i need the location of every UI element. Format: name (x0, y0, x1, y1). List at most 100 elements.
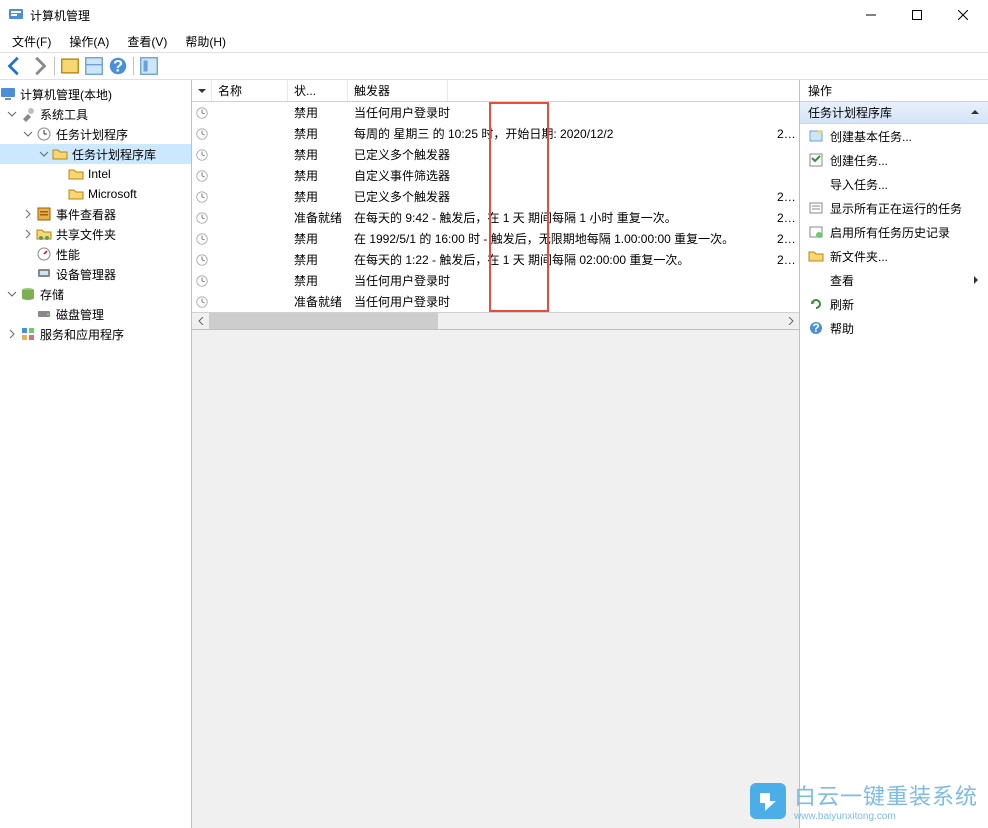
action-enable-history[interactable]: 启用所有任务历史记录 (800, 220, 988, 244)
collapse-icon[interactable] (4, 106, 20, 122)
tree-storage[interactable]: 存储 (0, 284, 191, 304)
action-new-folder[interactable]: 新文件夹... (800, 244, 988, 268)
action-create-task[interactable]: 创建任务... (800, 148, 988, 172)
tree-label: 服务和应用程序 (40, 326, 124, 343)
column-status[interactable]: 状... (288, 80, 348, 101)
app-icon (8, 7, 24, 23)
menu-file[interactable]: 文件(F) (4, 31, 59, 52)
menubar: 文件(F) 操作(A) 查看(V) 帮助(H) (0, 30, 988, 52)
tree-label: 性能 (56, 246, 80, 263)
tree-label: 设备管理器 (56, 266, 116, 283)
action-view[interactable]: 查看 (800, 268, 988, 292)
collapse-icon[interactable] (4, 286, 20, 302)
tree-label: 共享文件夹 (56, 226, 116, 243)
task-status: 准备就绪 (288, 293, 348, 310)
task-trigger: 已定义多个触发器 (348, 188, 771, 205)
task-row[interactable]: 禁用已定义多个触发器202 (192, 186, 799, 207)
tree-task-scheduler[interactable]: 任务计划程序 (0, 124, 191, 144)
task-status: 禁用 (288, 230, 348, 247)
expand-icon[interactable] (20, 226, 36, 242)
action-help[interactable]: ? 帮助 (800, 316, 988, 340)
toolbar-btn-1[interactable] (59, 55, 81, 77)
tree-microsoft[interactable]: Microsoft (0, 184, 191, 204)
task-row[interactable]: 禁用自定义事件筛选器 (192, 165, 799, 186)
back-button[interactable] (4, 55, 26, 77)
maximize-button[interactable] (894, 0, 940, 30)
action-refresh[interactable]: 刷新 (800, 292, 988, 316)
task-row[interactable]: 禁用当任何用户登录时 (192, 270, 799, 291)
refresh-icon (808, 296, 824, 312)
performance-icon (36, 246, 52, 262)
toolbar-btn-3[interactable] (138, 55, 160, 77)
navigation-tree[interactable]: 计算机管理(本地) 系统工具 任务计划程序 任务计划程序库 Intel Micr… (0, 80, 192, 828)
clock-icon (192, 253, 212, 267)
tree-label: Microsoft (88, 187, 137, 201)
clock-icon (192, 295, 212, 309)
scroll-thumb[interactable] (209, 313, 438, 329)
scroll-track[interactable] (209, 313, 782, 329)
watermark-brand: 白云一键重装系统 (794, 779, 978, 811)
toolbar-btn-2[interactable] (83, 55, 105, 77)
action-label: 创建任务... (830, 152, 888, 169)
section-label: 任务计划程序库 (808, 104, 892, 121)
tree-label: 存储 (40, 286, 64, 303)
task-row[interactable]: 禁用每周的 星期三 的 10:25 时，开始日期: 2020/12/2202 (192, 123, 799, 144)
collapse-icon[interactable] (20, 126, 36, 142)
column-name[interactable]: 名称 (212, 80, 288, 101)
horizontal-scrollbar[interactable] (192, 312, 799, 329)
clock-icon (192, 274, 212, 288)
collapse-icon[interactable] (36, 146, 52, 162)
action-show-running[interactable]: 显示所有正在运行的任务 (800, 196, 988, 220)
tree-task-library[interactable]: 任务计划程序库 (0, 144, 191, 164)
sort-indicator[interactable] (192, 80, 212, 101)
blank-icon (808, 272, 824, 288)
tree-root[interactable]: 计算机管理(本地) (0, 84, 191, 104)
task-date: 202 (771, 190, 799, 204)
help-button[interactable]: ? (107, 55, 129, 77)
action-create-basic[interactable]: 创建基本任务... (800, 124, 988, 148)
minimize-button[interactable] (848, 0, 894, 30)
clock-icon (192, 169, 212, 183)
services-icon (20, 326, 36, 342)
scroll-right-icon[interactable] (782, 313, 799, 329)
menu-action[interactable]: 操作(A) (61, 31, 117, 52)
column-trigger[interactable]: 触发器 (348, 80, 448, 101)
actions-pane: 操作 任务计划程序库 创建基本任务... 创建任务... 导入任务... 显示所… (800, 80, 988, 828)
task-row[interactable]: 准备就绪当任何用户登录时 (192, 291, 799, 312)
action-import[interactable]: 导入任务... (800, 172, 988, 196)
tree-performance[interactable]: 性能 (0, 244, 191, 264)
task-row[interactable]: 准备就绪在每天的 9:42 - 触发后，在 1 天 期间每隔 1 小时 重复一次… (192, 207, 799, 228)
task-date: 202 (771, 253, 799, 267)
task-trigger: 当任何用户登录时 (348, 293, 771, 310)
tree-label: Intel (88, 167, 111, 181)
scroll-left-icon[interactable] (192, 313, 209, 329)
expand-icon[interactable] (4, 326, 20, 342)
task-row[interactable]: 禁用已定义多个触发器 (192, 144, 799, 165)
task-trigger: 自定义事件筛选器 (348, 167, 771, 184)
menu-help[interactable]: 帮助(H) (177, 31, 234, 52)
tree-label: 计算机管理(本地) (20, 86, 112, 103)
task-trigger: 每周的 星期三 的 10:25 时，开始日期: 2020/12/2 (348, 125, 771, 142)
close-button[interactable] (940, 0, 986, 30)
tree-intel[interactable]: Intel (0, 164, 191, 184)
tree-label: 任务计划程序 (56, 126, 128, 143)
tree-disk-mgmt[interactable]: 磁盘管理 (0, 304, 191, 324)
tree-event-viewer[interactable]: 事件查看器 (0, 204, 191, 224)
tree-system-tools[interactable]: 系统工具 (0, 104, 191, 124)
tree-shared-folders[interactable]: 共享文件夹 (0, 224, 191, 244)
menu-view[interactable]: 查看(V) (119, 31, 175, 52)
tree-label: 系统工具 (40, 106, 88, 123)
task-date: 202 (771, 232, 799, 246)
collapse-icon[interactable] (970, 106, 980, 120)
task-list[interactable]: 禁用当任何用户登录时禁用每周的 星期三 的 10:25 时，开始日期: 2020… (192, 102, 799, 312)
expand-icon[interactable] (20, 206, 36, 222)
task-row[interactable]: 禁用在每天的 1:22 - 触发后，在 1 天 期间每隔 02:00:00 重复… (192, 249, 799, 270)
task-row[interactable]: 禁用在 1992/5/1 的 16:00 时 - 触发后，无限期地每隔 1.00… (192, 228, 799, 249)
tree-services-apps[interactable]: 服务和应用程序 (0, 324, 191, 344)
blank-icon (808, 176, 824, 192)
event-icon (36, 206, 52, 222)
task-row[interactable]: 禁用当任何用户登录时 (192, 102, 799, 123)
forward-button[interactable] (28, 55, 50, 77)
actions-section[interactable]: 任务计划程序库 (800, 102, 988, 124)
tree-device-manager[interactable]: 设备管理器 (0, 264, 191, 284)
